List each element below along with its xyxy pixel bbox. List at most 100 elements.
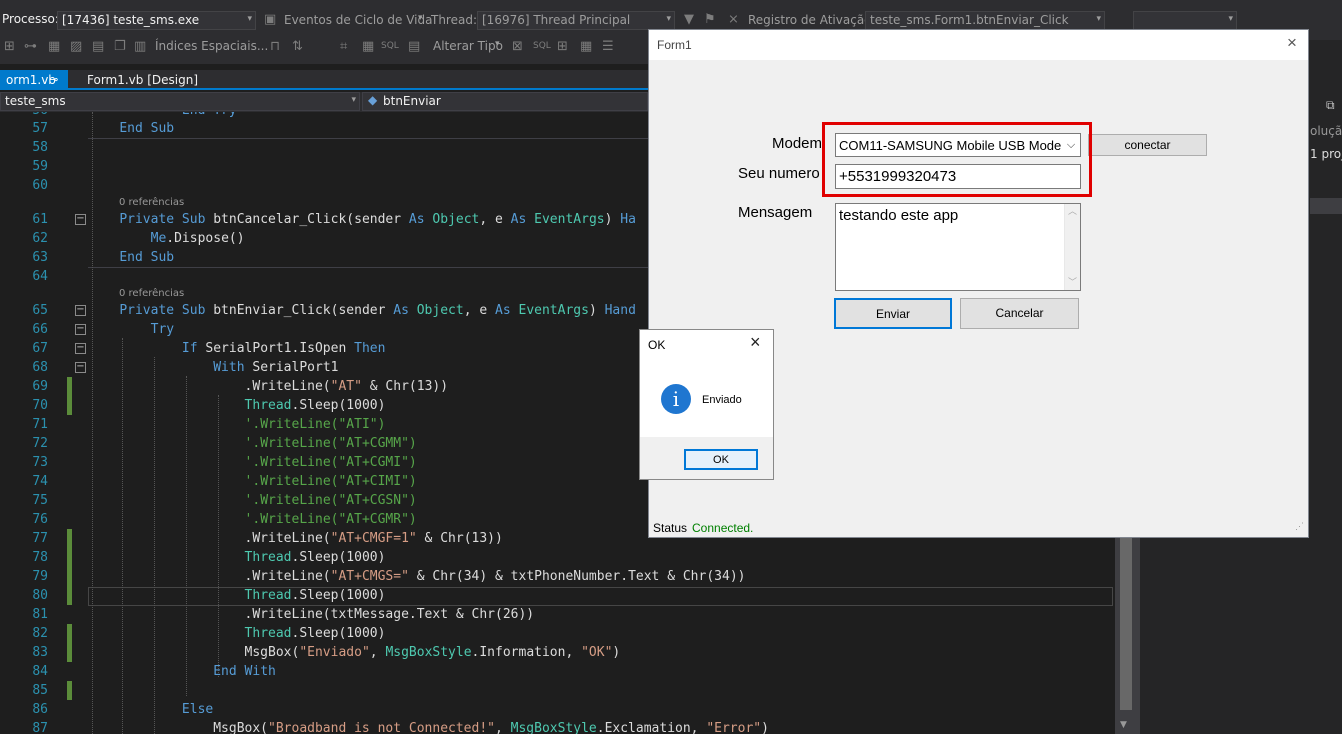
code-lens-references[interactable]: 0 referências: [119, 288, 184, 299]
line-number: 61: [32, 212, 48, 227]
line-number: 58: [32, 140, 48, 155]
tool-icon[interactable]: ⊶: [24, 39, 37, 54]
code-lens-references[interactable]: 0 referências: [119, 197, 184, 208]
line-number: 70: [32, 398, 48, 413]
image-icon[interactable]: ▨: [70, 39, 82, 54]
code-line: '.WriteLine("AT+CIMI"): [244, 474, 417, 489]
sql-icon[interactable]: SQL: [533, 41, 551, 51]
relationship-icon[interactable]: ⌗: [340, 39, 347, 54]
resize-grip-icon[interactable]: ⋰: [1295, 521, 1304, 532]
code-line: End Sub: [119, 121, 175, 136]
sql-icon[interactable]: SQL: [381, 41, 399, 51]
status-strip: Status Connected. ⋰: [649, 519, 1308, 537]
line-number: 81: [32, 607, 48, 622]
chevron-down-icon[interactable]: ▾: [418, 13, 423, 23]
layout-icon[interactable]: ▤: [408, 39, 420, 54]
line-number: 87: [32, 721, 48, 734]
code-line: Try: [150, 322, 175, 337]
solution-text: olução: [1310, 124, 1342, 138]
form1-titlebar: Form1 ×: [649, 30, 1308, 60]
scroll-down-icon[interactable]: ﹀: [1068, 275, 1077, 288]
window-icon[interactable]: ⧉: [1326, 98, 1335, 113]
table-icon[interactable]: ⊠: [512, 39, 523, 54]
close-icon[interactable]: ×: [1287, 33, 1297, 53]
line-number: 84: [32, 664, 48, 679]
activation-combo[interactable]: teste_sms.Form1.btnEnviar_Click ▾: [865, 11, 1105, 30]
modem-label: Modem: [772, 135, 823, 152]
list-icon[interactable]: ▦: [580, 39, 592, 54]
close-icon[interactable]: ×: [750, 332, 761, 353]
filter-icon[interactable]: ▼: [684, 12, 694, 27]
code-line: '.WriteLine("ATI"): [244, 417, 386, 432]
information-icon: i: [661, 384, 691, 414]
thread-combo[interactable]: [16976] Thread Principal ▾: [477, 11, 675, 30]
copy-icon[interactable]: ❐: [114, 39, 126, 54]
grid-icon[interactable]: ⊞: [4, 39, 15, 54]
code-line: '.WriteLine("AT+CGSN"): [244, 493, 417, 508]
lifecycle-icon[interactable]: ▣: [264, 12, 276, 27]
code-line: Private Sub btnCancelar_Click(sender As …: [119, 212, 636, 227]
change-type-label[interactable]: Alterar Tipo: [433, 39, 503, 53]
line-number: 74: [32, 474, 48, 489]
chevron-down-icon[interactable]: ▾: [495, 39, 500, 49]
screen: Processo: [17436] teste_sms.exe ▾ ▣ Event…: [0, 0, 1342, 734]
code-line: Thread.Sleep(1000): [244, 550, 386, 565]
line-number: 60: [32, 178, 48, 193]
keys-icon[interactable]: ▦: [362, 39, 374, 54]
scroll-down-icon[interactable]: ▼: [1120, 720, 1127, 730]
line-number: 71: [32, 417, 48, 432]
message-value: testando este app: [839, 207, 959, 224]
lifecycle-events-label[interactable]: Eventos de Ciclo de Vida: [284, 13, 432, 27]
tab-label: Form1.vb [Design]: [87, 73, 199, 87]
split-icon[interactable]: ⨯: [728, 12, 739, 27]
code-line: Else: [181, 702, 214, 717]
line-number: 80: [32, 588, 48, 603]
connect-button[interactable]: conectar: [1088, 134, 1207, 156]
code-line: '.WriteLine("AT+CGMR"): [244, 512, 417, 527]
project-value: teste_sms: [5, 94, 66, 108]
spatial-indexes-label[interactable]: Índices Espaciais...: [155, 39, 268, 53]
process-combo[interactable]: [17436] teste_sms.exe ▾: [57, 11, 256, 30]
tab-form1-vb[interactable]: orm1.vb ⊸: [0, 70, 68, 90]
tab-form1-design[interactable]: Form1.vb [Design]: [81, 70, 204, 90]
menu-icon[interactable]: ☰: [602, 39, 614, 54]
line-number: 75: [32, 493, 48, 508]
code-line: Thread.Sleep(1000): [244, 398, 386, 413]
change-marker: [67, 681, 72, 700]
property-icon[interactable]: ⊓: [270, 39, 280, 54]
project-text: 1 proje: [1310, 147, 1342, 161]
code-line: .WriteLine("AT+CMGS=" & Chr(34) & txtPho…: [88, 569, 746, 584]
cancel-button[interactable]: Cancelar: [960, 298, 1079, 329]
send-button[interactable]: Enviar: [834, 298, 952, 329]
collapse-icon[interactable]: −: [75, 343, 86, 354]
thread-label: Thread:: [431, 13, 478, 27]
line-number: 67: [32, 341, 48, 356]
ok-button[interactable]: OK: [684, 449, 758, 470]
window-title: Form1: [657, 38, 692, 52]
search-combo[interactable]: ▾: [1133, 11, 1237, 30]
scroll-up-icon[interactable]: ︿: [1068, 204, 1077, 217]
code-line: MsgBox("Broadband is not Connected!", Ms…: [88, 721, 769, 734]
line-number: 73: [32, 455, 48, 470]
message-textarea[interactable]: testando este app ︿ ﹀: [835, 203, 1081, 291]
change-marker: [67, 529, 72, 605]
grid-icon[interactable]: ⊞: [557, 39, 568, 54]
line-number: 78: [32, 550, 48, 565]
member-combo[interactable]: ◆ btnEnviar: [362, 92, 648, 111]
textarea-scrollbar[interactable]: ︿ ﹀: [1064, 204, 1080, 290]
project-combo[interactable]: teste_sms ▾: [0, 92, 360, 111]
sort-icon[interactable]: ⇅: [292, 39, 303, 54]
table-icon[interactable]: ▦: [48, 39, 60, 54]
event-icon: ◆: [368, 93, 378, 107]
collapse-icon[interactable]: −: [75, 362, 86, 373]
pin-icon[interactable]: ⊸: [49, 73, 58, 86]
collapse-icon[interactable]: −: [75, 324, 86, 335]
line-number: 79: [32, 569, 48, 584]
index-icon[interactable]: ▥: [134, 39, 146, 54]
line-number: 85: [32, 683, 48, 698]
line-number: 62: [32, 231, 48, 246]
collapse-icon[interactable]: −: [75, 214, 86, 225]
document-icon[interactable]: ▤: [92, 39, 104, 54]
collapse-icon[interactable]: −: [75, 305, 86, 316]
flag-icon[interactable]: ⚑: [704, 12, 716, 27]
